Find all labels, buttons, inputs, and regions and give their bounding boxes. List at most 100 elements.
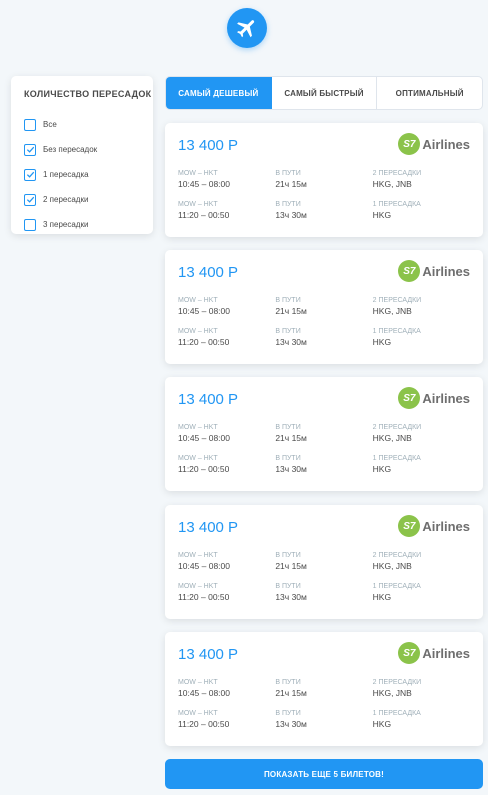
ticket-card[interactable]: 13 400 Р S7 Airlines MOW – HKT 10:45 – 08:00…: [165, 377, 483, 491]
checkbox-3-stops[interactable]: [24, 218, 36, 231]
flight-duration: 13ч 30м: [275, 337, 307, 347]
checkbox-2-stops[interactable]: [24, 193, 36, 206]
duration-label: В пути: [275, 679, 301, 686]
stops-label: 1 пересадка: [372, 201, 421, 208]
ticket-price: 13 400 Р: [178, 646, 239, 663]
flight-duration: 21ч 15м: [275, 433, 307, 443]
stops-airports: HKG, JNB: [372, 688, 412, 698]
airplane-logo-icon: [227, 8, 267, 48]
ticket-card[interactable]: 13 400 Р S7 Airlines MOW – HKT 10:45 – 08:00…: [165, 250, 483, 364]
tab-cheapest[interactable]: Самый дешевый: [166, 77, 272, 109]
stops-airports: HKG: [372, 464, 392, 474]
flight-segment: MOW – HKT 11:20 – 00:50 В пути 13ч 30м 1 пер…: [178, 709, 470, 735]
filter-option-nonstop[interactable]: Без пересадок: [24, 137, 153, 162]
transfers-filter-panel: Количество пересадок Все Без пересадок 1…: [11, 76, 153, 234]
checkbox-all[interactable]: [24, 118, 36, 131]
duration-label: В пути: [275, 297, 301, 304]
flight-time: 11:20 – 00:50: [178, 592, 230, 602]
tab-fastest[interactable]: Самый быстрый: [272, 77, 378, 109]
segment-route-col: MOW – HKT 10:45 – 08:00: [178, 551, 275, 577]
flight-time: 10:45 – 08:00: [178, 688, 230, 698]
tab-optimal[interactable]: Оптимальный: [377, 77, 482, 109]
route-label: MOW – HKT: [178, 297, 218, 304]
duration-label: В пути: [275, 424, 301, 431]
segment-duration-col: В пути 13ч 30м: [275, 582, 372, 608]
flight-segment: MOW – HKT 10:45 – 08:00 В пути 21ч 15м 2 пер…: [178, 551, 470, 577]
filter-option-all[interactable]: Все: [24, 112, 153, 137]
flight-segment: MOW – HKT 10:45 – 08:00 В пути 21ч 15м 2 пер…: [178, 678, 470, 704]
segment-route-col: MOW – HKT 11:20 – 00:50: [178, 582, 275, 608]
carrier-name: Airlines: [422, 263, 470, 279]
flight-segment: MOW – HKT 11:20 – 00:50 В пути 13ч 30м 1 пер…: [178, 200, 470, 226]
filter-option-label: Без пересадок: [43, 145, 98, 154]
stops-airports: HKG: [372, 719, 392, 729]
stops-airports: HKG: [372, 592, 392, 602]
filter-option-3-stops[interactable]: 3 пересадки: [24, 212, 153, 237]
segment-stops-col: 2 пересадки HKG, JNB: [373, 678, 470, 704]
filter-title: Количество пересадок: [24, 89, 152, 99]
filter-option-label: Все: [43, 120, 57, 129]
route-label: MOW – HKT: [178, 552, 218, 559]
filter-option-label: 2 пересадки: [43, 195, 89, 204]
carrier-logo: S7 Airlines: [398, 133, 470, 155]
segment-stops-col: 2 пересадки HKG, JNB: [373, 169, 470, 195]
carrier-logo: S7 Airlines: [398, 515, 470, 537]
airplane-icon: [237, 20, 255, 38]
stops-airports: HKG, JNB: [372, 306, 412, 316]
ticket-card[interactable]: 13 400 Р S7 Airlines MOW – HKT 10:45 – 08:00…: [165, 632, 483, 746]
route-label: MOW – HKT: [178, 455, 218, 462]
flight-time: 10:45 – 08:00: [178, 433, 230, 443]
segment-stops-col: 1 пересадка HKG: [373, 327, 470, 353]
s7-logo-icon: S7: [398, 642, 421, 664]
filter-option-1-stop[interactable]: 1 пересадка: [24, 162, 153, 187]
route-label: MOW – HKT: [178, 424, 218, 431]
checkbox-1-stop[interactable]: [24, 168, 36, 181]
segment-route-col: MOW – HKT 11:20 – 00:50: [178, 200, 275, 226]
duration-label: В пути: [275, 170, 301, 177]
segment-stops-col: 1 пересадка HKG: [373, 582, 470, 608]
flight-duration: 13ч 30м: [275, 464, 307, 474]
segment-route-col: MOW – HKT 11:20 – 00:50: [178, 327, 275, 353]
duration-label: В пути: [275, 201, 301, 208]
segment-stops-col: 1 пересадка HKG: [373, 454, 470, 480]
flight-duration: 13ч 30м: [275, 719, 307, 729]
segment-duration-col: В пути 13ч 30м: [275, 709, 372, 735]
segment-route-col: MOW – HKT 11:20 – 00:50: [178, 454, 275, 480]
duration-label: В пути: [275, 328, 301, 335]
duration-label: В пути: [275, 552, 301, 559]
segment-duration-col: В пути 21ч 15м: [275, 423, 372, 449]
s7-logo-icon: S7: [398, 260, 421, 282]
ticket-price: 13 400 Р: [178, 391, 239, 408]
route-label: MOW – HKT: [178, 170, 218, 177]
segment-stops-col: 2 пересадки HKG, JNB: [373, 551, 470, 577]
flight-duration: 13ч 30м: [275, 210, 307, 220]
segment-route-col: MOW – HKT 10:45 – 08:00: [178, 678, 275, 704]
flight-duration: 21ч 15м: [275, 179, 307, 189]
s7-logo-icon: S7: [398, 133, 421, 155]
flight-duration: 21ч 15м: [275, 688, 307, 698]
route-label: MOW – HKT: [178, 710, 218, 717]
flight-segment: MOW – HKT 10:45 – 08:00 В пути 21ч 15м 2 пер…: [178, 296, 470, 322]
checkbox-nonstop[interactable]: [24, 143, 36, 156]
stops-label: 2 пересадки: [372, 552, 422, 559]
flight-time: 11:20 – 00:50: [178, 464, 230, 474]
show-more-button[interactable]: Показать еще 5 билетов!: [165, 759, 483, 789]
ticket-card[interactable]: 13 400 Р S7 Airlines MOW – HKT 10:45 – 08:00…: [165, 123, 483, 237]
carrier-logo: S7 Airlines: [398, 642, 470, 664]
ticket-price: 13 400 Р: [178, 137, 239, 154]
flight-segment: MOW – HKT 11:20 – 00:50 В пути 13ч 30м 1 пер…: [178, 582, 470, 608]
segment-stops-col: 1 пересадка HKG: [373, 200, 470, 226]
flight-duration: 21ч 15м: [275, 306, 307, 316]
flight-time: 11:20 – 00:50: [178, 210, 230, 220]
s7-logo-icon: S7: [398, 387, 421, 409]
route-label: MOW – HKT: [178, 583, 218, 590]
stops-airports: HKG: [372, 337, 392, 347]
ticket-card[interactable]: 13 400 Р S7 Airlines MOW – HKT 10:45 – 08:00…: [165, 505, 483, 619]
stops-label: 1 пересадка: [372, 455, 421, 462]
segment-duration-col: В пути 13ч 30м: [275, 327, 372, 353]
carrier-name: Airlines: [422, 518, 470, 534]
duration-label: В пути: [275, 710, 301, 717]
filter-option-2-stops[interactable]: 2 пересадки: [24, 187, 153, 212]
sort-tabs: Самый дешевый Самый быстрый Оптимальный: [165, 76, 483, 110]
segment-duration-col: В пути 13ч 30м: [275, 454, 372, 480]
